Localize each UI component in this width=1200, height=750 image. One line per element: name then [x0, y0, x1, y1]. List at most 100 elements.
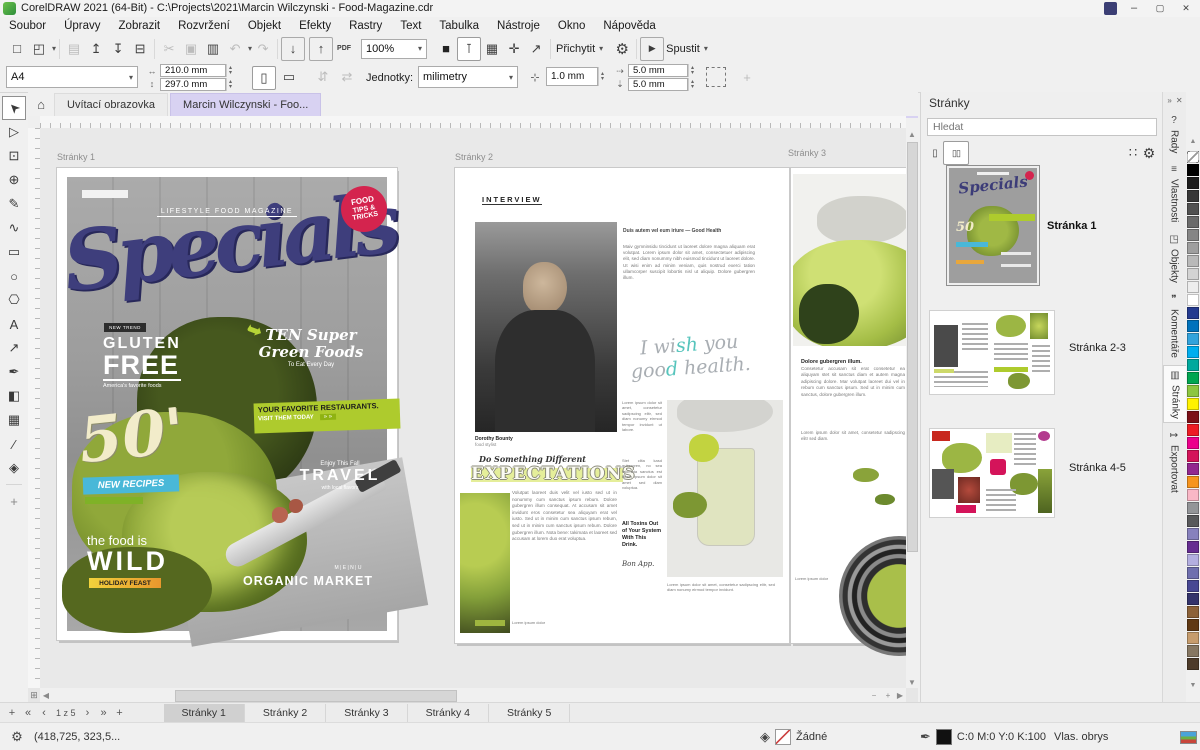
- menu-item[interactable]: Úpravy: [55, 18, 109, 34]
- cloud-upload-icon[interactable]: ↥: [85, 38, 107, 60]
- fill-color-swatch[interactable]: [775, 729, 791, 745]
- connector-tool[interactable]: ↗: [2, 336, 26, 360]
- duplicate-x-spinner[interactable]: ▴▾: [688, 64, 696, 77]
- palette-swatch[interactable]: [1187, 515, 1199, 527]
- outline-pen-icon[interactable]: ✒: [920, 729, 931, 745]
- text-tool[interactable]: A: [2, 312, 26, 336]
- polygon-tool[interactable]: ⎔: [2, 288, 26, 312]
- palette-swatch[interactable]: [1187, 437, 1199, 449]
- page-3[interactable]: Dolore gubergren illum. Consetetur accus…: [791, 168, 906, 643]
- menu-item[interactable]: Nápověda: [594, 18, 664, 34]
- page-thumbnail-2-3[interactable]: [929, 310, 1055, 395]
- tab-active-document[interactable]: Marcin Wilczynski - Foo...: [170, 93, 321, 116]
- page-width-spinner[interactable]: ▴▾: [226, 64, 234, 77]
- dock-tab-objects[interactable]: ◳ Objekty: [1163, 230, 1185, 287]
- add-page-button-end[interactable]: +: [112, 705, 128, 721]
- pick-tool[interactable]: ➤: [2, 96, 26, 120]
- menu-item[interactable]: Efekty: [290, 18, 340, 34]
- save-icon[interactable]: ▤: [63, 38, 85, 60]
- palette-swatch[interactable]: [1187, 294, 1199, 306]
- artistic-media-tool[interactable]: ∿: [2, 216, 26, 240]
- palette-swatch[interactable]: [1187, 268, 1199, 280]
- minimize-button[interactable]: –: [1122, 0, 1146, 16]
- palette-swatch[interactable]: [1187, 411, 1199, 423]
- show-grid-icon[interactable]: ▦: [481, 38, 503, 60]
- page-tab-3[interactable]: Stránky 3: [326, 704, 407, 723]
- nudge-spinner[interactable]: ▴▾: [598, 67, 606, 86]
- menu-item[interactable]: Rozvržení: [169, 18, 239, 34]
- document-color-proof-icon[interactable]: [1180, 731, 1197, 744]
- page-tab-4[interactable]: Stránky 4: [408, 704, 489, 723]
- page-tab-1[interactable]: Stránky 1: [164, 704, 245, 723]
- new-document-icon[interactable]: □: [6, 38, 28, 60]
- vertical-scroll-thumb[interactable]: [907, 142, 918, 552]
- dock-tab-pages[interactable]: ▥ Stránky: [1163, 365, 1186, 424]
- ellipse-tool[interactable]: ○: [2, 264, 26, 288]
- add-page-button[interactable]: +: [4, 705, 20, 721]
- palette-swatch[interactable]: [1187, 164, 1199, 176]
- launch-dropdown-arrow-icon[interactable]: ▾: [704, 44, 708, 53]
- palette-swatch[interactable]: [1187, 255, 1199, 267]
- nudge-field[interactable]: 1.0 mm: [546, 67, 598, 86]
- palette-swatch[interactable]: [1187, 632, 1199, 644]
- palette-swatch[interactable]: [1187, 203, 1199, 215]
- redo-icon[interactable]: ↷: [252, 38, 274, 60]
- drawing-canvas[interactable]: Stránky 1 Stránky 2 Stránky 3 LIFESTY: [40, 128, 906, 688]
- menu-item[interactable]: Rastry: [340, 18, 391, 34]
- eyedropper-tool[interactable]: ∕: [2, 432, 26, 456]
- docker-close-icon[interactable]: ✕: [1176, 96, 1183, 105]
- units-combo[interactable]: milimetry ▾: [418, 66, 518, 88]
- page-height-spinner[interactable]: ▴▾: [226, 78, 234, 91]
- scroll-right-icon[interactable]: ▶: [894, 688, 906, 702]
- open-dropdown-arrow-icon[interactable]: ▾: [52, 44, 56, 53]
- treat-as-filled-button[interactable]: [706, 67, 726, 87]
- palette-swatch[interactable]: [1187, 606, 1199, 618]
- open-icon[interactable]: ◰: [28, 38, 50, 60]
- dock-tab-export[interactable]: ↦ Exportovat: [1163, 426, 1185, 497]
- fullscreen-preview-icon[interactable]: ■: [435, 38, 457, 60]
- launch-button[interactable]: Spustit: [666, 43, 700, 55]
- menu-item[interactable]: Okno: [549, 18, 595, 34]
- page-height-field[interactable]: 297.0 mm: [160, 78, 226, 91]
- palette-swatch[interactable]: [1187, 554, 1199, 566]
- crop-tool[interactable]: ⊡: [2, 144, 26, 168]
- zoom-in-button[interactable]: +: [882, 688, 894, 702]
- menu-item[interactable]: Soubor: [0, 18, 55, 34]
- palette-swatch[interactable]: [1187, 333, 1199, 345]
- page-size-combo[interactable]: A4 ▾: [6, 66, 138, 88]
- capture-icon[interactable]: [1104, 2, 1117, 15]
- snap-dropdown-arrow-icon[interactable]: ▾: [599, 44, 603, 53]
- page-item-label[interactable]: Stránka 2-3: [1069, 342, 1126, 354]
- print-icon[interactable]: ⊟: [129, 38, 151, 60]
- palette-swatch[interactable]: [1187, 463, 1199, 475]
- all-pages-button[interactable]: ⇵: [312, 66, 334, 88]
- shape-tool[interactable]: ▷: [2, 120, 26, 144]
- dock-tab-comments[interactable]: ❞ Komentáře: [1163, 290, 1185, 362]
- duplicate-y-field[interactable]: 5.0 mm: [628, 78, 688, 91]
- duplicate-y-spinner[interactable]: ▴▾: [688, 78, 696, 91]
- palette-swatch[interactable]: [1187, 658, 1199, 670]
- cut-icon[interactable]: ✂: [158, 38, 180, 60]
- scroll-left-icon[interactable]: ◀: [40, 688, 52, 702]
- palette-swatch[interactable]: [1187, 502, 1199, 514]
- page-1[interactable]: LIFESTYLE FOOD MAGAZINE Specials FOOD TI…: [57, 168, 397, 640]
- pen-tool[interactable]: ✒: [2, 360, 26, 384]
- mesh-fill-tool[interactable]: ▦: [2, 408, 26, 432]
- status-gear-icon[interactable]: ⚙: [8, 728, 26, 746]
- no-color-swatch[interactable]: [1187, 151, 1199, 163]
- palette-swatch[interactable]: [1187, 307, 1199, 319]
- document-navigator-button[interactable]: ⊞: [28, 688, 40, 702]
- current-page-button[interactable]: ⇄: [336, 66, 358, 88]
- scroll-up-icon[interactable]: ▲: [906, 128, 918, 140]
- palette-swatch[interactable]: [1187, 177, 1199, 189]
- menu-item[interactable]: Zobrazit: [110, 18, 170, 34]
- palette-swatch[interactable]: [1187, 359, 1199, 371]
- docker-options-gear-icon[interactable]: ⚙: [1141, 142, 1157, 164]
- page-item-label[interactable]: Stránka 4-5: [1069, 462, 1126, 474]
- launch-icon[interactable]: ▶: [640, 37, 664, 61]
- spread-view-icon[interactable]: ▯▯: [943, 141, 969, 165]
- page-item-label[interactable]: Stránka 1: [1047, 220, 1097, 232]
- last-page-button[interactable]: »: [96, 705, 112, 721]
- horizontal-scroll-thumb[interactable]: [175, 690, 457, 702]
- first-page-button[interactable]: «: [20, 705, 36, 721]
